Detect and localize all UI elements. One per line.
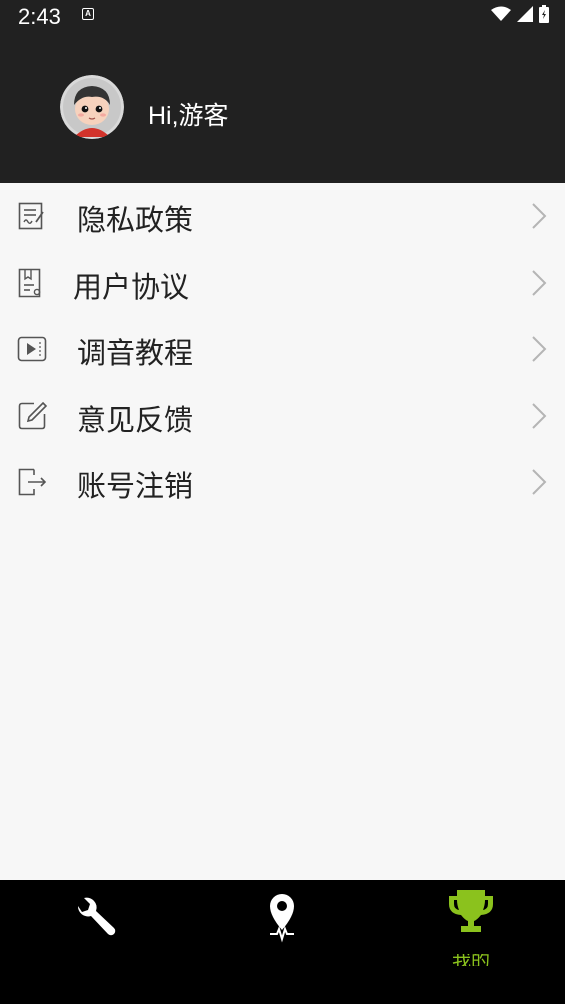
menu-item-feedback[interactable]: 意见反馈 [0, 383, 565, 450]
menu-item-privacy-policy[interactable]: 隐私政策 [0, 183, 565, 250]
profile-header: Hi,游客 [0, 34, 565, 183]
wifi-icon [491, 6, 511, 21]
tab-mine[interactable]: 我的 [377, 880, 565, 1004]
wrench-icon [77, 897, 116, 936]
menu-item-label: 调音教程 [77, 336, 194, 370]
menu-item-label: 账号注销 [77, 469, 194, 503]
edit-pencil-icon [18, 401, 48, 429]
agreement-icon [18, 268, 41, 297]
menu-item-label: 意见反馈 [77, 402, 194, 437]
tab-tools[interactable] [0, 880, 188, 1004]
status-time: 2:43 [18, 4, 61, 29]
status-icons [491, 5, 549, 23]
tab-label [0, 954, 188, 966]
chevron-right-icon [532, 203, 547, 229]
location-pulse-icon [270, 894, 294, 943]
battery-icon [539, 5, 549, 23]
settings-menu: 隐私政策 用户协议 调音教程 意见反馈 账号注销 [0, 183, 565, 516]
document-edit-icon [18, 202, 44, 230]
cartoon-boy-avatar-icon [60, 75, 124, 139]
menu-item-label: 隐私政策 [77, 203, 194, 237]
tab-location[interactable] [188, 880, 376, 1004]
menu-item-user-agreement[interactable]: 用户协议 [0, 250, 565, 317]
menu-item-label: 用户协议 [73, 269, 190, 304]
bottom-navigation: 我的 [0, 880, 565, 1004]
chevron-right-icon [532, 469, 547, 495]
greeting-text: Hi,游客 [148, 102, 229, 130]
trophy-icon [449, 890, 493, 932]
chevron-right-icon [532, 402, 547, 429]
logout-icon [18, 468, 47, 496]
menu-item-tuning-tutorial[interactable]: 调音教程 [0, 316, 565, 383]
chevron-right-icon [532, 269, 547, 296]
video-play-icon [17, 336, 47, 362]
tab-label [188, 954, 376, 966]
menu-item-account-cancellation[interactable]: 账号注销 [0, 449, 565, 516]
tab-label: 我的 [451, 954, 490, 966]
signal-icon [517, 6, 533, 22]
notification-badge-icon: A [82, 8, 94, 20]
avatar[interactable] [60, 75, 124, 139]
status-bar: 2:43 A [0, 0, 565, 34]
chevron-right-icon [532, 336, 547, 362]
